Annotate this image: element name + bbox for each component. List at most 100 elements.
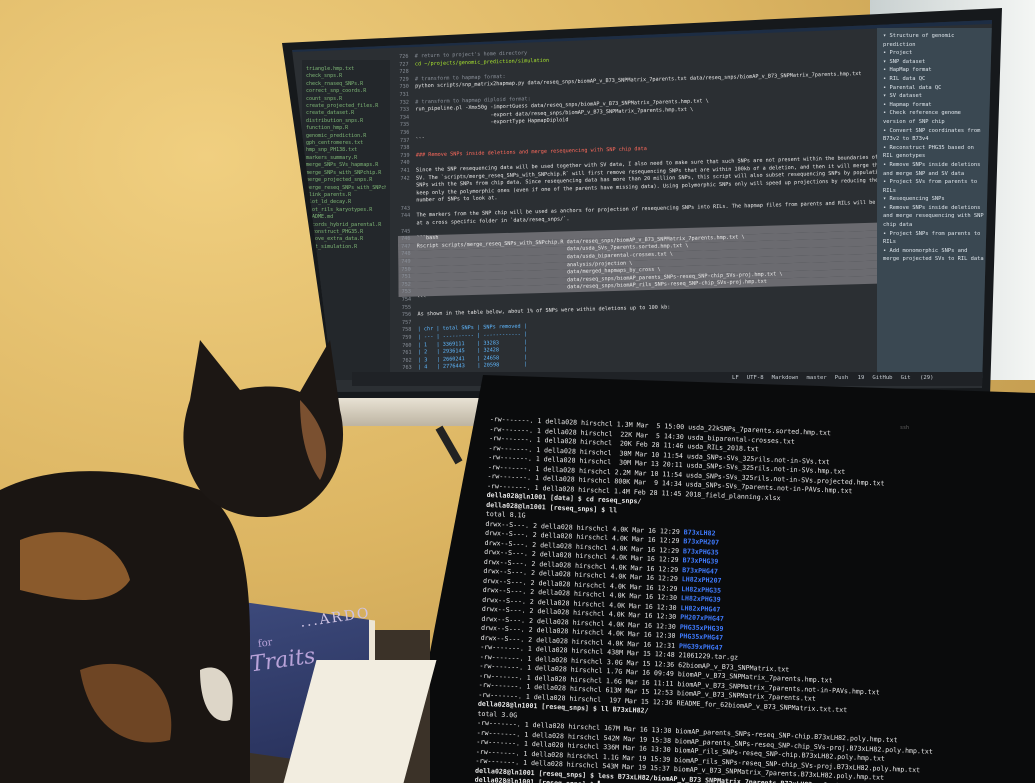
line-number: 728 <box>396 68 415 76</box>
file-tree-item[interactable]: hmp_snp_PH138.txt <box>306 147 386 154</box>
line-number: 734 <box>396 114 416 121</box>
line-number <box>397 183 416 190</box>
line-text: number of SNPs to look at. <box>416 195 498 204</box>
file-tree-item[interactable]: test_simulation.R <box>306 244 386 251</box>
file-tree-item[interactable]: count_snps.R <box>306 96 386 103</box>
outline-item[interactable]: • Project <box>883 49 986 58</box>
outline-item[interactable]: • Hapmap format <box>883 101 986 110</box>
terminal-line-text: total 8.1G <box>485 509 526 520</box>
status-item[interactable]: Markdown <box>772 375 799 381</box>
outline-item[interactable]: • Project SNPs from parents to RILs <box>883 230 986 247</box>
markdown-editor: 726 # return to project's home directory… <box>396 41 879 384</box>
directory-name: B73xLH82 <box>683 527 716 538</box>
line-text: ```bash <box>416 235 439 242</box>
file-tree-item[interactable]: markers_summary.R <box>306 155 386 162</box>
outline-item[interactable]: ▾ SNP dataset <box>883 58 986 67</box>
line-number: 738 <box>396 144 416 152</box>
line-number: 758 <box>398 326 418 334</box>
outline-item[interactable]: ▾ Structure of genomic prediction <box>883 32 986 49</box>
document-outline-panel: ▾ Structure of genomic prediction • Proje… <box>877 28 992 378</box>
file-tree-item[interactable]: plot_ld_decay.R <box>306 199 386 206</box>
directory-name: LH82xPH207 <box>681 575 722 585</box>
file-tree-item[interactable]: function_hmp.R <box>306 125 386 132</box>
status-item[interactable]: master <box>807 375 827 381</box>
line-number: 759 <box>398 334 418 341</box>
line-number <box>397 190 416 197</box>
line-text: ``` <box>415 136 426 144</box>
file-tree-item[interactable]: merge_projected_snps.R <box>306 177 386 184</box>
file-tree-item[interactable]: genomic_prediction.R <box>306 133 386 140</box>
file-tree-item[interactable]: reconstruct_PHG35.R <box>306 229 386 236</box>
line-number: 761 <box>399 349 418 357</box>
line-number: 732 <box>396 99 416 106</box>
monitor-screen: AtomFileEditViewSelectionFindPackagesWin… <box>292 20 992 392</box>
file-tree-item[interactable]: merge_SNPs_SVs_hapmaps.R <box>306 162 386 169</box>
directory-name: PHG35xPHG47 <box>679 632 724 642</box>
outline-item[interactable]: • Add monomorphic SNPs and merge project… <box>883 247 986 264</box>
file-tree-item[interactable]: create_dataset.R <box>306 110 386 117</box>
line-number: 742 <box>397 174 417 182</box>
line-number: 762 <box>399 357 418 364</box>
status-item[interactable]: GitHub <box>872 375 892 381</box>
line-number: 757 <box>398 319 418 326</box>
line-number: 737 <box>396 137 416 144</box>
file-tree-item[interactable]: check_rnaseq_SNPs.R <box>306 81 386 88</box>
line-number: 729 <box>396 76 416 83</box>
line-number: 736 <box>396 129 416 136</box>
line-number: 760 <box>399 342 418 349</box>
line-number: 747 <box>397 243 417 250</box>
line-number: 748 <box>398 250 417 258</box>
file-tree-item[interactable]: create_projected_files.R <box>306 103 386 110</box>
line-number: 731 <box>396 91 416 98</box>
file-tree-item[interactable]: plot_rils_karyotypes.R <box>306 207 386 214</box>
line-text: ``` <box>417 296 427 303</box>
terminal-output: -rw-------. 1 della028 hirschcl 1.3M Mar… <box>474 415 946 783</box>
outline-item[interactable]: • RIL data QC <box>883 75 986 84</box>
file-tree-item[interactable]: plink_parents.R <box>306 192 386 199</box>
file-tree-item[interactable]: merge_reseq_SNPs_with_SNPchip.R <box>306 185 386 192</box>
directory-name: B73xPH207 <box>683 537 720 547</box>
outline-item[interactable]: • Convert SNP coordinates from B73v2 to … <box>883 127 986 144</box>
status-item[interactable]: LF <box>732 375 739 381</box>
status-item[interactable]: Git (29) <box>901 375 934 381</box>
directory-name: B73xPHG47 <box>682 565 719 576</box>
line-number: 752 <box>398 281 418 288</box>
status-item[interactable]: Push 19 <box>835 375 865 381</box>
calico-cat <box>0 340 344 783</box>
line-number: 755 <box>398 304 418 311</box>
line-number: 743 <box>397 205 417 212</box>
file-tree-item[interactable]: records_hybrid_parental.R <box>306 222 386 229</box>
file-tree-item[interactable]: merge_SNPs_with_SNPchip.R <box>306 170 386 177</box>
file-tree-item[interactable]: remove_extra_data.R <box>306 236 386 243</box>
outline-item[interactable]: ▾ SV dataset <box>883 92 986 101</box>
line-number: 727 <box>396 61 415 68</box>
file-tree-item[interactable]: README.md <box>306 214 386 221</box>
outline-item[interactable]: • Check reference genome version of SNP … <box>883 109 986 126</box>
outline-item[interactable]: • Parental data QC <box>883 84 986 93</box>
terminal-line-text: total 3.0G <box>477 709 518 719</box>
file-tree-item[interactable]: gph_centromeres.txt <box>306 140 386 147</box>
file-tree-item[interactable]: correct_snp_coords.R <box>306 88 386 95</box>
directory-name: LH82xPHG47 <box>680 603 721 614</box>
file-tree-item[interactable]: triangle.hmp.txt <box>306 66 386 73</box>
outline-item[interactable]: ▾ Resequencing SNPs <box>883 195 986 204</box>
directory-name: B73xPHG35 <box>682 546 719 557</box>
status-item[interactable]: UTF-8 <box>747 375 764 381</box>
line-number: 751 <box>398 273 418 281</box>
file-tree-item[interactable]: check_snps.R <box>306 73 386 80</box>
line-number: 746 <box>397 235 417 243</box>
outline-item[interactable]: • Reconstruct PHG35 based on RIL genotyp… <box>883 144 986 161</box>
file-tree-item[interactable]: distribution_snps.R <box>306 118 386 125</box>
outline-item[interactable]: • Remove SNPs inside deletions and merge… <box>883 204 986 230</box>
line-number: 733 <box>396 106 416 114</box>
line-number: 754 <box>398 296 418 304</box>
line-number <box>398 198 417 205</box>
outline-item[interactable]: • HapMap format <box>883 66 986 75</box>
monitor-stand <box>335 398 485 426</box>
line-number: 763 <box>399 364 419 372</box>
line-number <box>398 221 417 228</box>
line-number: 750 <box>398 266 418 273</box>
line-number: 740 <box>397 159 416 167</box>
outline-item[interactable]: • Project SVs from parents to RILs <box>883 178 986 195</box>
outline-item[interactable]: • Remove SNPs inside deletions and merge… <box>883 161 986 178</box>
